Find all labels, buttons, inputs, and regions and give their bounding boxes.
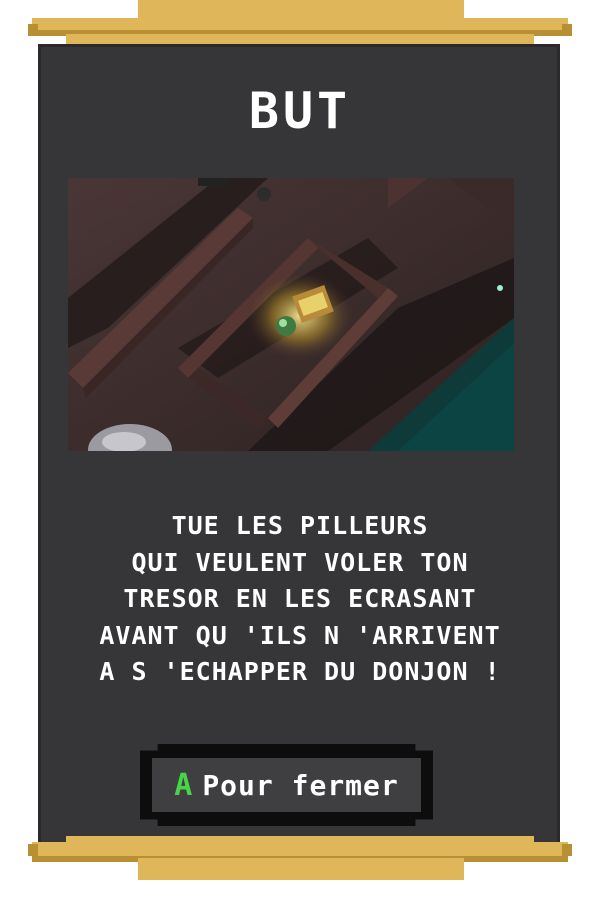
page-title: BUT — [248, 82, 352, 140]
description-line: a s 'echapper du donjon ! — [99, 657, 501, 686]
description-line: Tue les pilleurs — [171, 511, 429, 540]
description-line: avant qu 'ils n 'arrivent — [99, 620, 501, 650]
scroll-bottom-rod — [0, 830, 600, 890]
dungeon-scene-image — [68, 178, 514, 451]
close-button-label: Pour fermer — [202, 768, 399, 802]
a-button-icon: A — [174, 767, 193, 803]
description-line: tresor en les ecrasant — [123, 584, 477, 613]
close-button[interactable]: A Pour fermer — [140, 744, 433, 826]
goal-description: Tue les pilleurs qui veulent voler ton t… — [50, 508, 550, 691]
description-line: qui veulent voler ton — [131, 547, 469, 577]
